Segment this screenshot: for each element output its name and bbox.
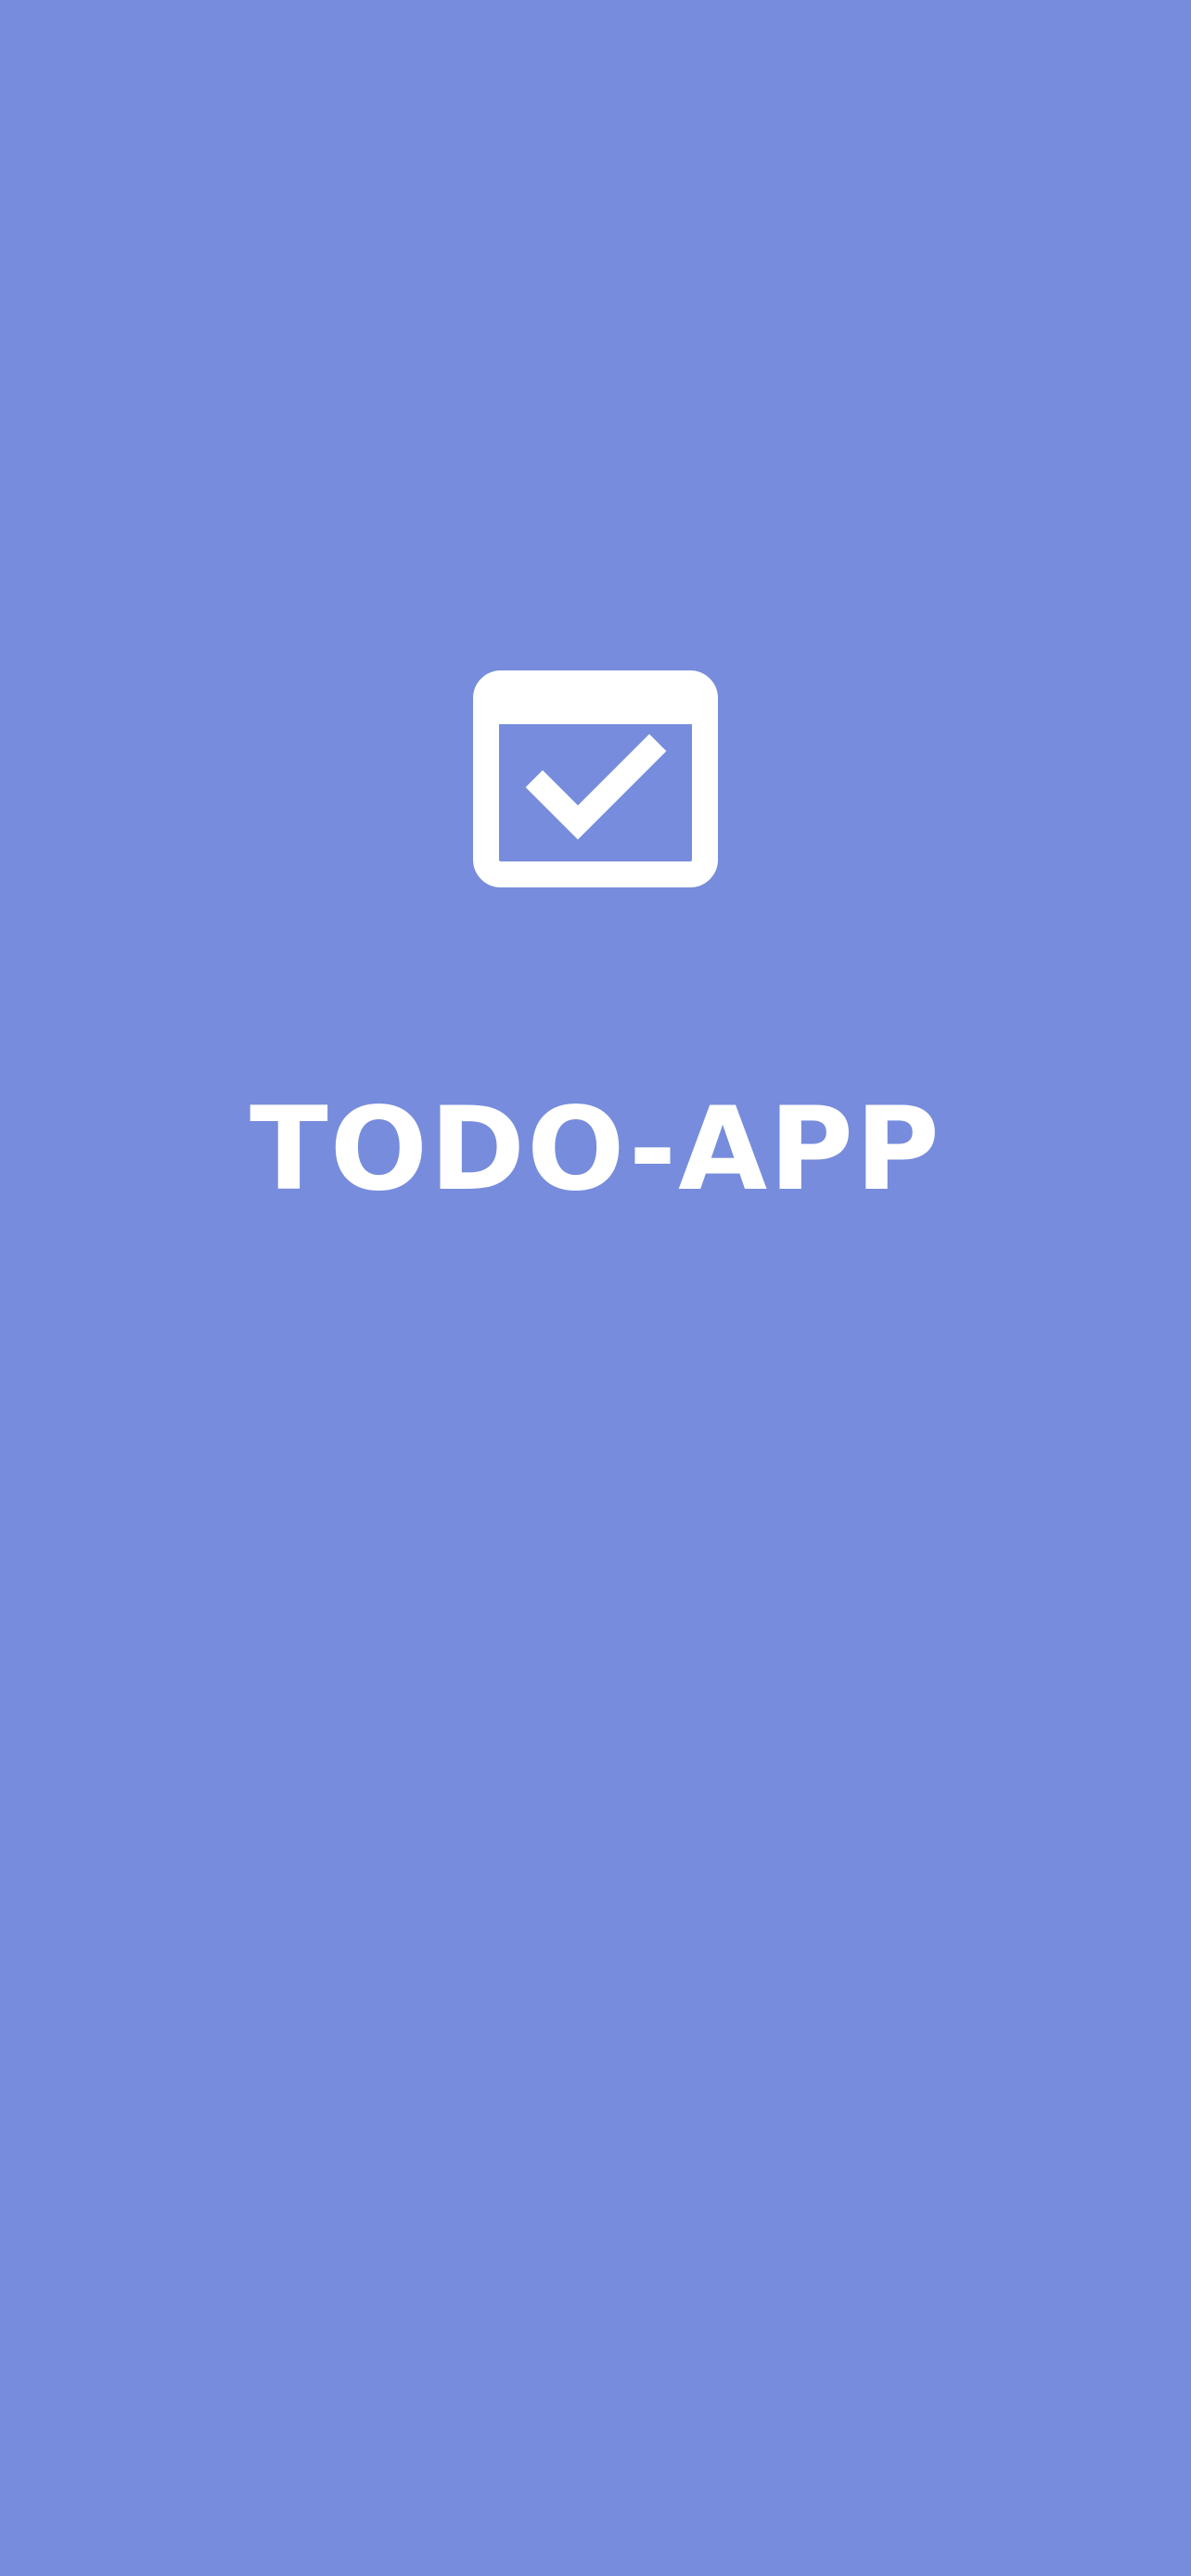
app-title: TODO-APP: [250, 1083, 941, 1217]
splash-screen: TODO-APP: [0, 0, 1191, 2576]
calendar-check-icon: [473, 670, 718, 887]
